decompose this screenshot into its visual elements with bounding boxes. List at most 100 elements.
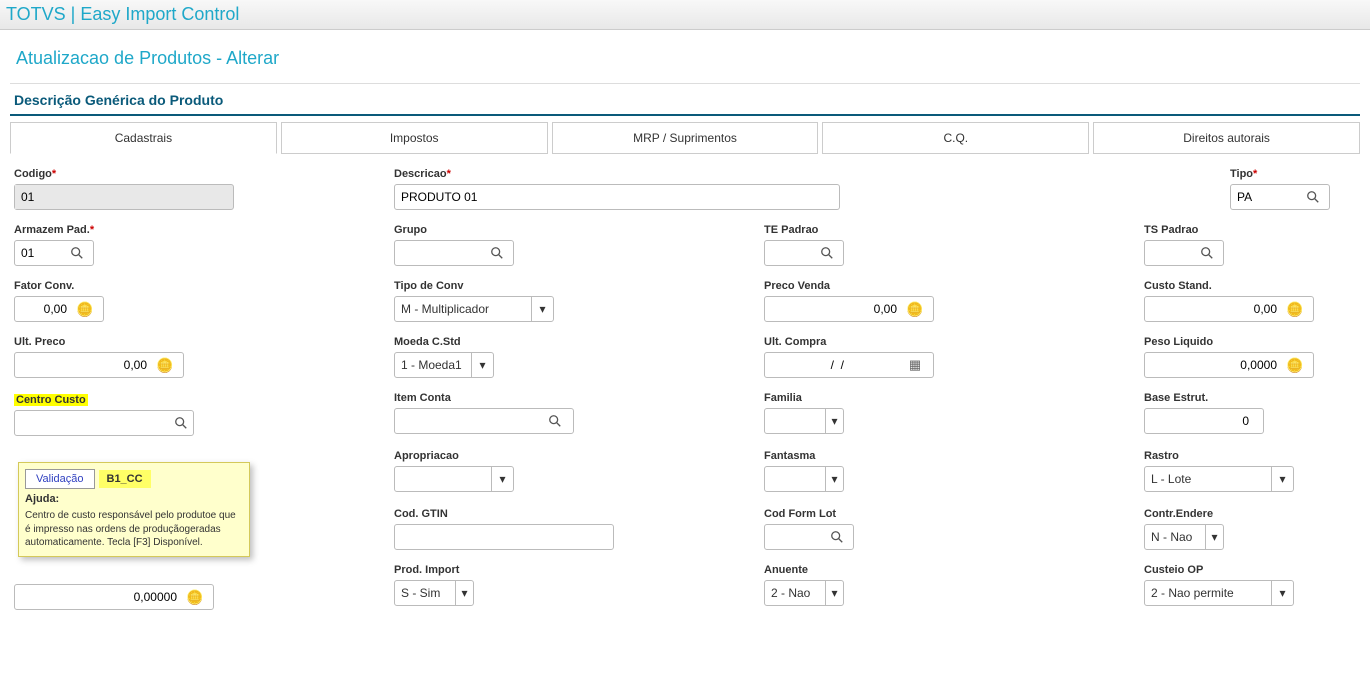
centrocusto-input[interactable] — [17, 413, 57, 433]
ultcompra-input[interactable] — [765, 353, 903, 377]
calendar-icon[interactable]: ▦ — [903, 353, 927, 377]
search-icon[interactable] — [1301, 185, 1325, 209]
coin-icon[interactable]: 🪙 — [73, 297, 97, 321]
section-title: Descrição Genérica do Produto — [10, 84, 1360, 116]
label-descricao: Descricao* — [394, 168, 840, 180]
chevron-down-icon[interactable]: ▾ — [825, 467, 843, 491]
tabs: Cadastrais Impostos MRP / Suprimentos C.… — [10, 122, 1360, 154]
search-icon[interactable] — [825, 525, 849, 549]
label-armazem: Armazem Pad.* — [14, 224, 384, 236]
tooltip-help-text: Centro de custo responsável pelo produto… — [25, 509, 243, 550]
rastro-select[interactable]: L - Lote ▾ — [1144, 466, 1294, 492]
fatorconv-input[interactable] — [15, 297, 73, 321]
search-icon[interactable] — [543, 409, 567, 433]
search-icon[interactable] — [65, 241, 89, 265]
pesoliquido-input-wrap: 🪙 — [1144, 352, 1314, 378]
label-custostand: Custo Stand. — [1144, 280, 1356, 292]
coin-icon[interactable]: 🪙 — [183, 585, 207, 609]
tspadrao-input[interactable] — [1145, 241, 1195, 265]
fatorconv-input-wrap: 🪙 — [14, 296, 104, 322]
chevron-down-icon[interactable]: ▾ — [1205, 525, 1223, 549]
label-custeioop: Custeio OP — [1144, 564, 1356, 576]
codgtin-input-wrap — [394, 524, 614, 550]
label-rastro: Rastro — [1144, 450, 1356, 462]
label-prodimport: Prod. Import — [394, 564, 754, 576]
descricao-input[interactable] — [395, 185, 839, 209]
pesoliquido-input[interactable] — [1145, 353, 1283, 377]
tab-cadastrais[interactable]: Cadastrais — [10, 122, 277, 154]
chevron-down-icon[interactable]: ▾ — [531, 297, 553, 321]
precovenda-input[interactable] — [765, 297, 903, 321]
chevron-down-icon[interactable]: ▾ — [825, 409, 843, 433]
baseestrut-input-wrap — [1144, 408, 1264, 434]
apropriacao-select[interactable]: ▾ — [394, 466, 514, 492]
label-familia: Familia — [764, 392, 1134, 404]
prodimport-select[interactable]: S - Sim ▾ — [394, 580, 474, 606]
below-tooltip-input[interactable] — [15, 585, 183, 609]
familia-value — [765, 409, 825, 433]
codgtin-input[interactable] — [395, 525, 613, 549]
label-pesoliquido: Peso Liquido — [1144, 336, 1356, 348]
itemconta-input[interactable] — [395, 409, 543, 433]
custostand-input-wrap: 🪙 — [1144, 296, 1314, 322]
chevron-down-icon[interactable]: ▾ — [491, 467, 513, 491]
label-baseestrut: Base Estrut. — [1144, 392, 1356, 404]
ultpreco-input[interactable] — [15, 353, 153, 377]
search-icon[interactable] — [1195, 241, 1219, 265]
search-icon[interactable] — [169, 411, 193, 435]
window-title-bar: TOTVS | Easy Import Control — [0, 0, 1370, 30]
codformlot-input[interactable] — [765, 525, 825, 549]
chevron-down-icon[interactable]: ▾ — [1271, 467, 1293, 491]
moedacstd-value: 1 - Moeda1 — [395, 353, 471, 377]
label-precovenda: Preco Venda — [764, 280, 1134, 292]
label-fatorconv: Fator Conv. — [14, 280, 384, 292]
tooltip-validation-button[interactable]: Validação — [25, 469, 95, 489]
label-ultpreco: Ult. Preco — [14, 336, 384, 348]
page-title: Atualizacao de Produtos - Alterar — [10, 40, 1360, 84]
coin-icon[interactable]: 🪙 — [153, 353, 177, 377]
label-ultcompra: Ult. Compra — [764, 336, 1134, 348]
tepadrao-input[interactable] — [765, 241, 815, 265]
label-centrocusto: Centro Custo — [14, 394, 88, 406]
anuente-select[interactable]: 2 - Nao ▾ — [764, 580, 844, 606]
familia-select[interactable]: ▾ — [764, 408, 844, 434]
anuente-value: 2 - Nao — [765, 581, 825, 605]
search-icon[interactable] — [485, 241, 509, 265]
coin-icon[interactable]: 🪙 — [1283, 353, 1307, 377]
codigo-input[interactable] — [15, 185, 182, 209]
codigo-input-wrap — [14, 184, 234, 210]
chevron-down-icon[interactable]: ▾ — [455, 581, 473, 605]
custostand-input[interactable] — [1145, 297, 1283, 321]
tab-impostos[interactable]: Impostos — [281, 122, 548, 154]
moedacstd-select[interactable]: 1 - Moeda1 ▾ — [394, 352, 494, 378]
search-icon[interactable] — [815, 241, 839, 265]
precovenda-input-wrap: 🪙 — [764, 296, 934, 322]
tab-cq[interactable]: C.Q. — [822, 122, 1089, 154]
tab-direitos[interactable]: Direitos autorais — [1093, 122, 1360, 154]
label-grupo: Grupo — [394, 224, 754, 236]
label-fantasma: Fantasma — [764, 450, 1134, 462]
contrendere-select[interactable]: N - Nao ▾ — [1144, 524, 1224, 550]
coin-icon[interactable]: 🪙 — [1283, 297, 1307, 321]
custeioop-select[interactable]: 2 - Nao permite ▾ — [1144, 580, 1294, 606]
label-itemconta: Item Conta — [394, 392, 754, 404]
label-moedacstd: Moeda C.Std — [394, 336, 754, 348]
chevron-down-icon[interactable]: ▾ — [471, 353, 493, 377]
grupo-input[interactable] — [395, 241, 485, 265]
fantasma-select[interactable]: ▾ — [764, 466, 844, 492]
label-apropriacao: Apropriacao — [394, 450, 754, 462]
tab-mrp[interactable]: MRP / Suprimentos — [552, 122, 819, 154]
label-tipo: Tipo* — [1230, 168, 1356, 180]
descricao-input-wrap — [394, 184, 840, 210]
tipoconv-select[interactable]: M - Multiplicador ▾ — [394, 296, 554, 322]
armazem-input[interactable] — [15, 241, 65, 265]
tspadrao-input-wrap — [1144, 240, 1224, 266]
ultcompra-input-wrap: ▦ — [764, 352, 934, 378]
label-contrendere: Contr.Endere — [1144, 508, 1356, 520]
coin-icon[interactable]: 🪙 — [903, 297, 927, 321]
tipo-input[interactable] — [1231, 185, 1301, 209]
baseestrut-input[interactable] — [1145, 409, 1255, 433]
chevron-down-icon[interactable]: ▾ — [1271, 581, 1293, 605]
chevron-down-icon[interactable]: ▾ — [825, 581, 843, 605]
tipo-input-wrap — [1230, 184, 1330, 210]
